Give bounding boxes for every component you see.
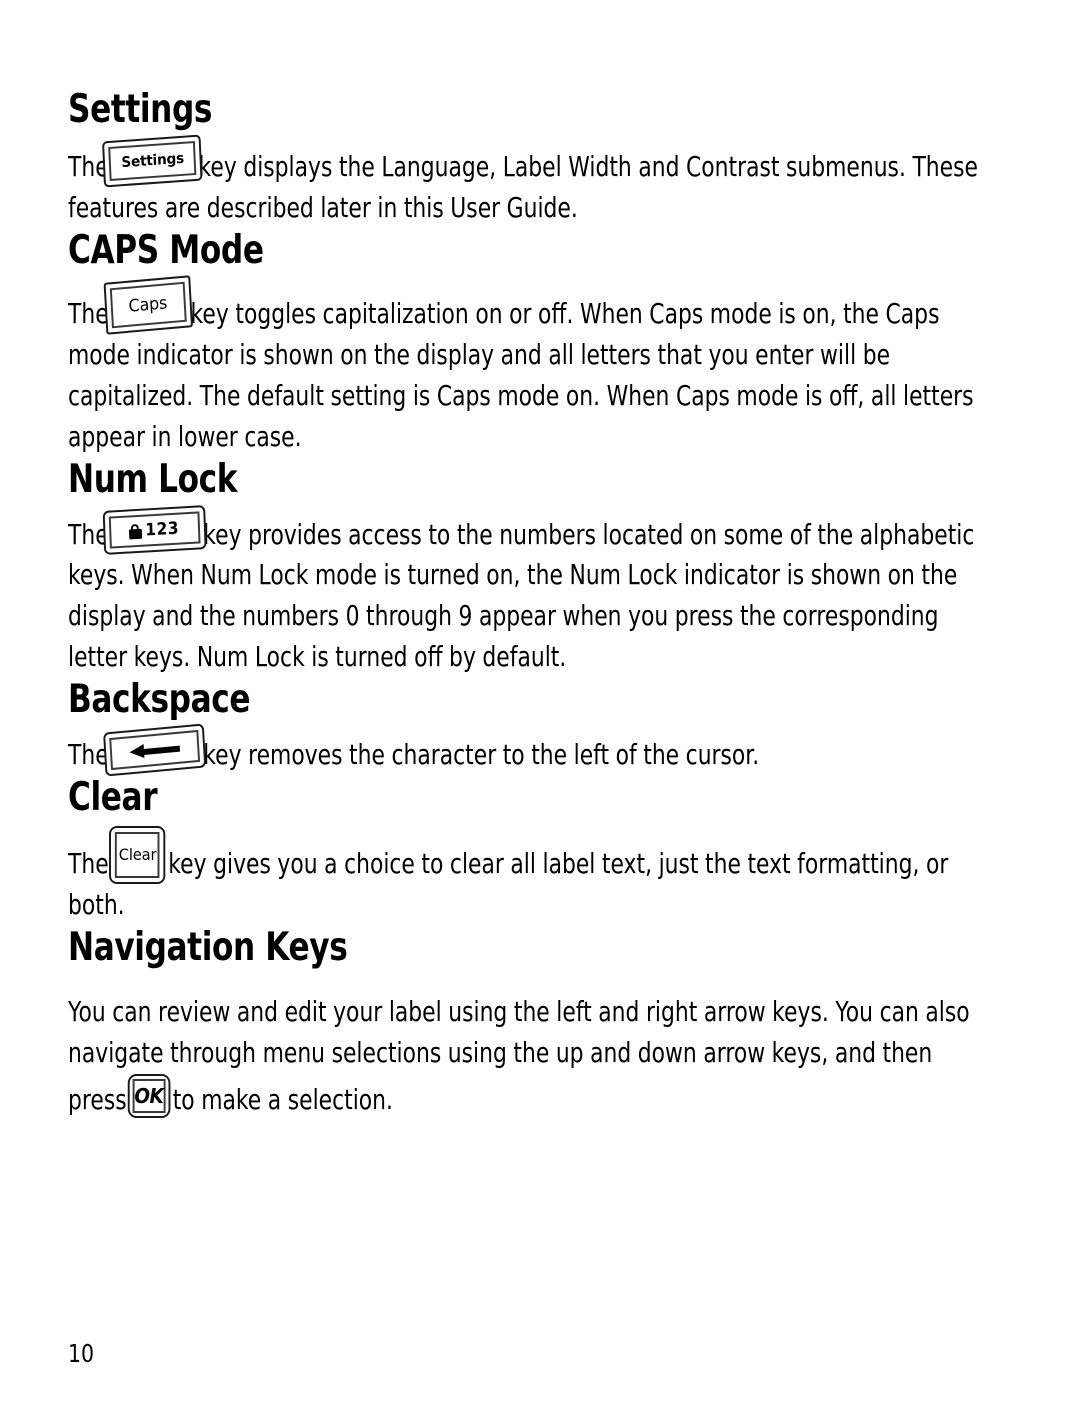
- ok-key-icon: OK: [127, 1074, 171, 1118]
- heading-navigation-keys: Navigation Keys: [68, 925, 348, 970]
- caps-key-icon: Caps: [103, 275, 194, 335]
- backspace-key-icon: [103, 723, 207, 777]
- text-before-caps: The: [68, 297, 109, 330]
- heading-backspace: Backspace: [68, 677, 251, 723]
- ok-key-label: OK: [134, 1084, 164, 1108]
- text-after-settings: key displays the Language, Label Width a…: [68, 150, 978, 224]
- paragraph-settings: The Settings key displays the Language, La…: [68, 134, 988, 229]
- text-after-caps: key toggles capitalization on or off. Wh…: [68, 297, 974, 453]
- text-after-nav: to make a selection.: [172, 1084, 393, 1117]
- clear-key-label: Clear: [118, 845, 157, 864]
- text-after-clear: key gives you a choice to clear all labe…: [68, 848, 949, 921]
- page-content: Settings The Settings key displays the Lan…: [68, 88, 988, 1121]
- heading-caps-mode: CAPS Mode: [68, 227, 264, 273]
- arrow-left-icon: [129, 741, 181, 760]
- num-lock-key-label: 123: [144, 517, 180, 540]
- caps-key-label: Caps: [128, 292, 169, 316]
- paragraph-caps-mode: The Caps key toggles capitalization on or …: [68, 275, 988, 458]
- num-lock-key-icon: 123: [102, 504, 207, 555]
- page-number: 10: [68, 1339, 95, 1368]
- heading-num-lock: Num Lock: [68, 456, 238, 502]
- settings-key-icon: Settings: [102, 134, 203, 188]
- paragraph-backspace: The key removes the character to the left…: [68, 723, 988, 777]
- paragraph-clear: The Clear key gives you a choice to clear …: [68, 826, 988, 926]
- text-after-backspace: key removes the character to the left of…: [203, 739, 760, 771]
- heading-settings: Settings: [68, 87, 213, 132]
- settings-key-label: Settings: [120, 150, 184, 171]
- paragraph-num-lock: The 123 key provides access to the numbers…: [68, 504, 988, 679]
- text-before-backspace: The: [68, 739, 109, 771]
- document-page: Settings The Settings key displays the Lan…: [0, 0, 1080, 1410]
- clear-key-icon: Clear: [109, 826, 166, 884]
- padlock-icon: [128, 522, 143, 539]
- text-before-clear: The: [68, 848, 109, 880]
- heading-clear: Clear: [68, 775, 158, 820]
- paragraph-navigation-keys: You can review and edit your label using…: [68, 992, 988, 1121]
